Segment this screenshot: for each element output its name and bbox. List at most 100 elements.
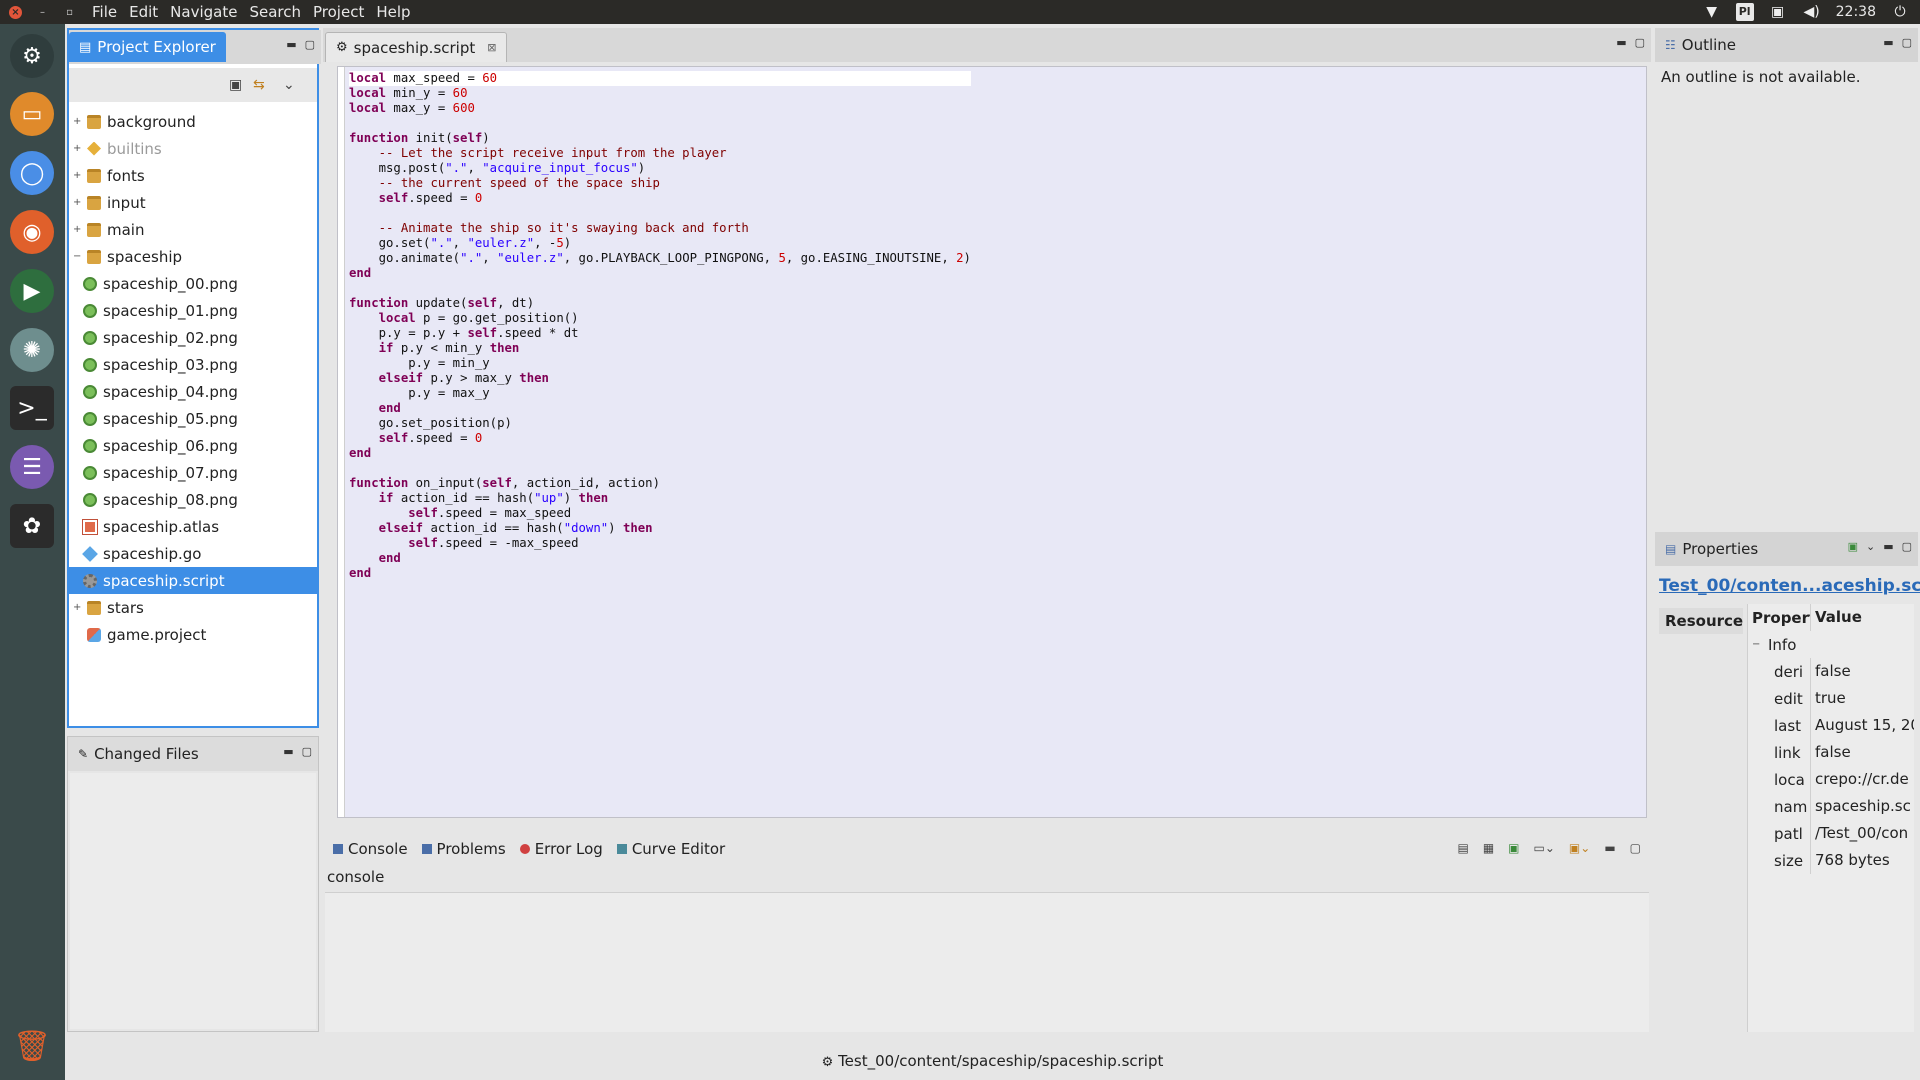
files-icon[interactable]: ▭ — [10, 92, 54, 136]
lock-scroll-icon[interactable]: ▦ — [1483, 841, 1494, 855]
minimize-panel-button[interactable]: ▬ — [1883, 540, 1893, 553]
code-line[interactable]: local p = go.get_position() — [349, 311, 971, 326]
tree-item[interactable]: spaceship_06.png — [69, 432, 317, 459]
code-line[interactable]: function update(self, dt) — [349, 296, 971, 311]
expand-toggle-icon[interactable]: + — [73, 197, 81, 208]
maximize-panel-button[interactable]: ▢ — [302, 745, 312, 758]
tree-item[interactable]: spaceship_03.png — [69, 351, 317, 378]
code-line[interactable]: go.animate(".", "euler.z", go.PLAYBACK_L… — [349, 251, 971, 266]
tab-project-explorer[interactable]: ▤ Project Explorer — [69, 32, 226, 62]
code-line[interactable] — [349, 116, 971, 131]
console-output[interactable] — [325, 892, 1649, 1032]
properties-group-info[interactable]: − Info — [1748, 631, 1914, 658]
tree-item[interactable]: + background — [69, 108, 317, 135]
code-line[interactable]: self.speed = 0 — [349, 431, 971, 446]
trash-icon[interactable]: 🗑 — [10, 1024, 54, 1068]
code-line[interactable]: self.speed = 0 — [349, 191, 971, 206]
link-editor-icon[interactable]: ⇆ — [253, 77, 265, 93]
tree-item[interactable]: spaceship_04.png — [69, 378, 317, 405]
code-line[interactable] — [349, 206, 971, 221]
code-line[interactable]: elseif action_id == hash("down") then — [349, 521, 971, 536]
tree-item[interactable]: spaceship_01.png — [69, 297, 317, 324]
code-line[interactable]: if action_id == hash("up") then — [349, 491, 971, 506]
tab-changed-files[interactable]: ✎ Changed Files — [68, 739, 209, 769]
menu-help[interactable]: Help — [370, 0, 416, 24]
pin-icon[interactable]: ▣ — [1848, 540, 1858, 553]
minimize-panel-button[interactable]: ▬ — [1616, 36, 1626, 49]
tree-item[interactable]: game.project — [69, 621, 317, 648]
menu-file[interactable]: File — [86, 0, 123, 24]
close-window-button[interactable]: × — [9, 5, 22, 19]
document-icon[interactable]: ☰ — [10, 445, 54, 489]
atom-icon[interactable]: ✺ — [10, 328, 54, 372]
open-console-icon[interactable]: ▣⌄ — [1569, 841, 1590, 855]
power-icon[interactable]: ⏻ — [1890, 2, 1910, 22]
code-line[interactable]: end — [349, 401, 971, 416]
minimize-panel-button[interactable]: ▬ — [286, 38, 296, 51]
tree-item[interactable]: spaceship_00.png — [69, 270, 317, 297]
minimize-panel-button[interactable]: ▬ — [283, 745, 293, 758]
expand-toggle-icon[interactable]: + — [73, 116, 81, 127]
volume-icon[interactable]: ◀) — [1802, 2, 1822, 22]
collapse-icon[interactable]: − — [1748, 639, 1762, 650]
menu-project[interactable]: Project — [307, 0, 370, 24]
menu-search[interactable]: Search — [243, 0, 307, 24]
menu-navigate[interactable]: Navigate — [164, 0, 243, 24]
code-line[interactable]: msg.post(".", "acquire_input_focus") — [349, 161, 971, 176]
code-line[interactable]: local max_y = 600 — [349, 101, 971, 116]
view-menu-chevron-icon[interactable]: ⌄ — [1866, 540, 1875, 553]
code-line[interactable]: self.speed = max_speed — [349, 506, 971, 521]
tree-item[interactable]: + builtins — [69, 135, 317, 162]
tree-item[interactable]: spaceship.atlas — [69, 513, 317, 540]
code-line[interactable]: end — [349, 446, 971, 461]
play-icon[interactable]: ▶ — [10, 269, 54, 313]
property-row[interactable]: nam spaceship.sc — [1748, 793, 1914, 820]
code-line[interactable] — [349, 461, 971, 476]
expand-toggle-icon[interactable]: + — [73, 170, 81, 181]
property-value[interactable]: /Test_00/con — [1810, 820, 1914, 847]
collapse-all-icon[interactable]: ▣ — [229, 77, 242, 93]
code-line[interactable]: p.y = min_y — [349, 356, 971, 371]
tab-properties[interactable]: ▤ Properties — [1655, 534, 1768, 564]
code-line[interactable]: elseif p.y > max_y then — [349, 371, 971, 386]
maximize-window-button[interactable]: ▫ — [63, 6, 76, 19]
expand-toggle-icon[interactable]: + — [73, 224, 81, 235]
maximize-panel-button[interactable]: ▢ — [1902, 540, 1912, 553]
property-row[interactable]: edit true — [1748, 685, 1914, 712]
code-line[interactable]: -- Animate the ship so it's swaying back… — [349, 221, 971, 236]
tree-item[interactable]: spaceship_07.png — [69, 459, 317, 486]
menu-edit[interactable]: Edit — [123, 0, 164, 24]
code-line[interactable]: -- Let the script receive input from the… — [349, 146, 971, 161]
properties-file-link[interactable]: Test_00/conten...aceship.script — [1659, 576, 1920, 596]
code-line[interactable]: go.set_position(p) — [349, 416, 971, 431]
code-line[interactable]: -- the current speed of the space ship — [349, 176, 971, 191]
expand-toggle-icon[interactable]: + — [73, 143, 81, 154]
display-console-icon[interactable]: ▭⌄ — [1534, 841, 1555, 855]
clipboard-icon[interactable]: ▣ — [1768, 2, 1788, 22]
firefox-icon[interactable]: ◉ — [10, 210, 54, 254]
tree-item[interactable]: + stars — [69, 594, 317, 621]
code-line[interactable]: function init(self) — [349, 131, 971, 146]
settings-icon[interactable]: ⚙ — [10, 34, 54, 78]
copy-icon[interactable]: ▤ — [1457, 841, 1468, 855]
property-value[interactable]: August 15, 20 — [1810, 712, 1914, 739]
property-row[interactable]: loca crepo://cr.de — [1748, 766, 1914, 793]
property-row[interactable]: patl/Test_00/con — [1748, 820, 1914, 847]
code-line[interactable]: p.y = max_y — [349, 386, 971, 401]
expand-toggle-icon[interactable]: + — [73, 602, 81, 613]
close-tab-icon[interactable]: ⊠ — [487, 41, 496, 54]
view-menu-chevron-icon[interactable]: ⌄ — [283, 77, 295, 93]
maximize-panel-button[interactable]: ▢ — [1635, 36, 1645, 49]
property-value[interactable]: false — [1810, 739, 1914, 766]
tree-item[interactable]: + main — [69, 216, 317, 243]
property-value[interactable]: false — [1810, 658, 1914, 685]
property-value[interactable]: spaceship.sc — [1810, 793, 1914, 820]
property-row[interactable]: last August 15, 20 — [1748, 712, 1914, 739]
code-line[interactable]: function on_input(self, action_id, actio… — [349, 476, 971, 491]
pin-console-icon[interactable]: ▣ — [1508, 841, 1519, 855]
maximize-panel-button[interactable]: ▢ — [1902, 36, 1912, 49]
code-line[interactable]: end — [349, 266, 971, 281]
tab-error-log[interactable]: Error Log — [514, 840, 609, 858]
tab-spaceship-script[interactable]: ⚙ spaceship.script ⊠ — [325, 32, 508, 62]
code-line[interactable]: end — [349, 566, 971, 581]
